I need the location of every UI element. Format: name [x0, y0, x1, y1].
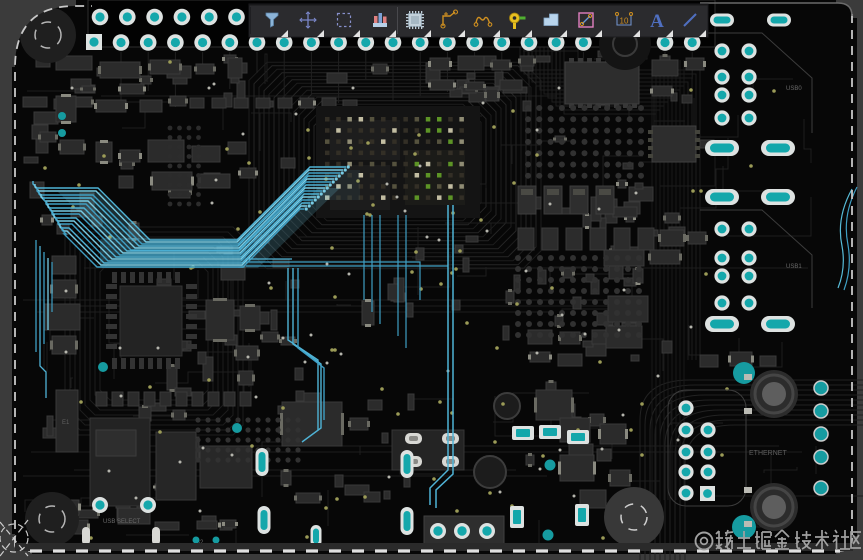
svg-text:USB1: USB1 [786, 264, 802, 270]
svg-text:E1: E1 [62, 420, 70, 426]
svg-text:USB0: USB0 [786, 86, 802, 92]
svg-text:ETHERNET: ETHERNET [749, 450, 787, 457]
svg-text:10: 10 [620, 17, 629, 26]
svg-text:USB SELECT: USB SELECT [103, 519, 141, 525]
svg-text:A: A [650, 11, 664, 32]
